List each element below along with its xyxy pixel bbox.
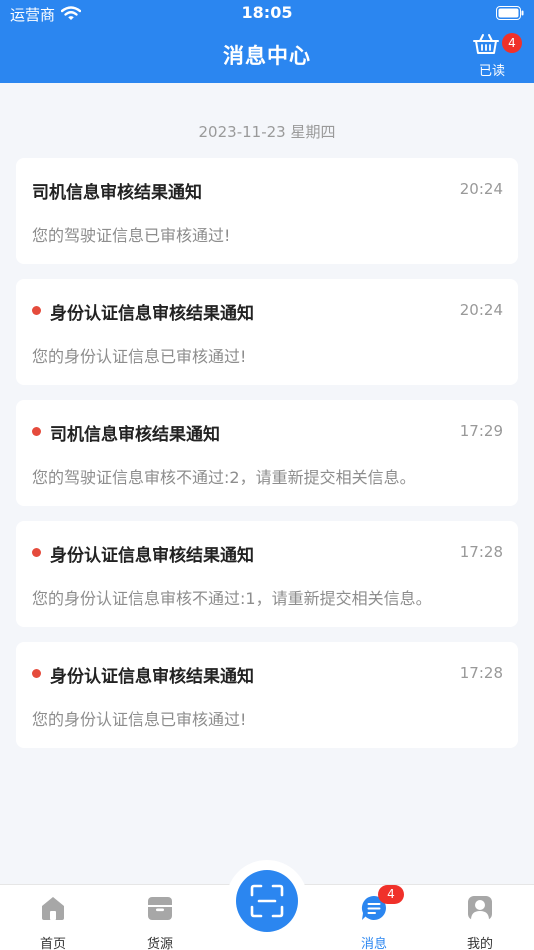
mark-read-label: 已读 <box>478 64 505 79</box>
tab-badge: 4 <box>378 885 404 904</box>
tab-mine[interactable]: 我的 <box>440 885 520 950</box>
message-content: 您的驾驶证信息审核不通过:2，请重新提交相关信息。 <box>32 468 416 487</box>
message-time: 17:28 <box>459 543 503 561</box>
message-time: 17:28 <box>459 664 503 682</box>
tab-home[interactable]: 首页 <box>13 885 93 950</box>
basket-icon <box>473 34 499 54</box>
page-title: 消息中心 <box>223 44 311 68</box>
message-title: 身份认证信息审核结果通知 <box>50 546 254 566</box>
unread-dot <box>32 548 41 557</box>
tab-label: 货源 <box>146 937 173 950</box>
message-content: 您的驾驶证信息已审核通过! <box>32 226 231 245</box>
user-icon <box>468 896 492 920</box>
message-card[interactable]: 身份认证信息审核结果通知 20:24 您的身份认证信息已审核通过! <box>16 279 518 385</box>
tab-label: 消息 <box>360 937 387 950</box>
header-bar: 运营商 18:05 消息中心 已读 4 <box>0 0 534 83</box>
scan-icon <box>250 884 284 918</box>
unread-dot <box>32 669 41 678</box>
message-card[interactable]: 身份认证信息审核结果通知 17:28 您的身份认证信息审核不通过:1，请重新提交… <box>16 521 518 627</box>
mark-all-read-button[interactable]: 已读 4 <box>472 32 522 79</box>
unread-dot <box>32 427 41 436</box>
message-title: 司机信息审核结果通知 <box>50 425 220 445</box>
message-time: 20:24 <box>459 180 503 198</box>
tab-messages[interactable]: 消息 4 <box>334 885 414 950</box>
message-content: 您的身份认证信息已审核通过! <box>32 710 247 729</box>
battery-icon <box>496 6 524 20</box>
date-divider: 2023-11-23 星期四 <box>198 123 336 141</box>
message-content: 您的身份认证信息已审核通过! <box>32 347 247 366</box>
message-title: 身份认证信息审核结果通知 <box>50 304 254 324</box>
message-title: 身份认证信息审核结果通知 <box>50 667 254 687</box>
scan-button[interactable] <box>236 870 298 932</box>
tab-cargo[interactable]: 货源 <box>120 885 200 950</box>
message-card[interactable]: 身份认证信息审核结果通知 17:28 您的身份认证信息已审核通过! <box>16 642 518 748</box>
tab-label: 我的 <box>466 937 493 950</box>
message-card[interactable]: 司机信息审核结果通知 17:29 您的驾驶证信息审核不通过:2，请重新提交相关信… <box>16 400 518 506</box>
scan-button-ring <box>226 860 308 942</box>
unread-count-badge: 4 <box>502 33 522 53</box>
message-card[interactable]: 司机信息审核结果通知 20:24 您的驾驶证信息已审核通过! <box>16 158 518 264</box>
message-content: 您的身份认证信息审核不通过:1，请重新提交相关信息。 <box>32 589 432 608</box>
message-time: 20:24 <box>459 301 503 319</box>
status-time: 18:05 <box>241 3 293 22</box>
message-time: 17:29 <box>459 422 503 440</box>
tab-label: 首页 <box>39 937 66 950</box>
home-icon <box>42 897 64 920</box>
status-bar: 运营商 18:05 <box>0 0 534 28</box>
box-icon <box>148 897 172 920</box>
message-title: 司机信息审核结果通知 <box>32 183 202 203</box>
unread-dot <box>32 306 41 315</box>
